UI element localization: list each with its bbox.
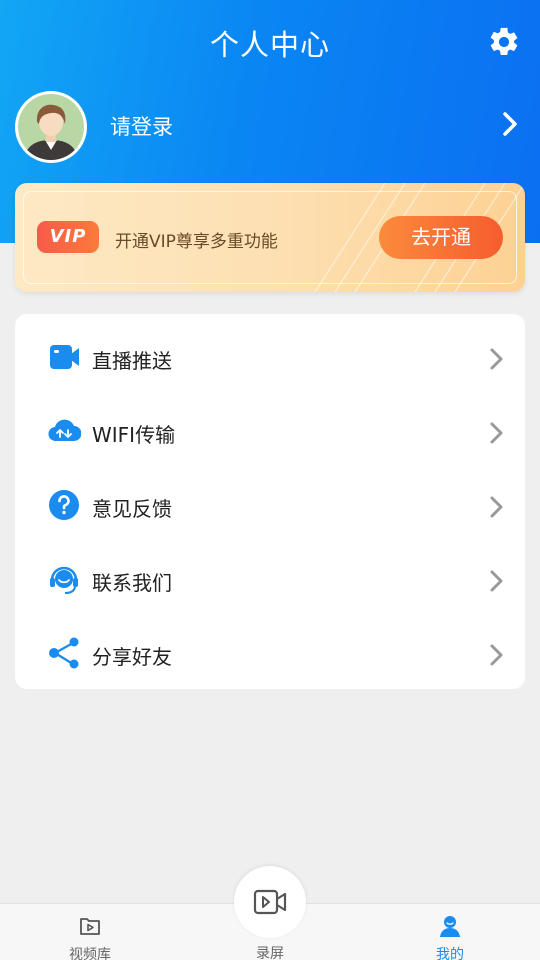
vip-card[interactable]: VIP 开通VIP尊享多重功能 去开通 [15, 183, 525, 292]
menu-item-share[interactable]: 分享好友 [15, 615, 525, 689]
user-icon [440, 916, 460, 937]
chevron-right-icon [490, 422, 503, 444]
menu-item-label: WIFI传输 [92, 423, 176, 447]
chevron-right-icon [490, 496, 503, 518]
chevron-right-icon [490, 348, 503, 370]
menu-item-label: 分享好友 [92, 645, 172, 669]
avatar[interactable] [15, 91, 87, 163]
tab-video-library[interactable]: 视频库 [30, 904, 150, 960]
chevron-right-icon [490, 570, 503, 592]
tab-label[interactable]: 录屏 [210, 943, 330, 960]
tab-label: 视频库 [69, 947, 111, 960]
chevron-right-icon [490, 644, 503, 666]
page-title: 个人中心 [209, 28, 330, 62]
menu-item-label: 联系我们 [92, 571, 172, 595]
vip-badge: VIP [37, 221, 99, 253]
user-avatar-icon [18, 94, 84, 160]
menu-item-wifi-transfer[interactable]: WIFI传输 [15, 393, 525, 467]
login-label[interactable]: 请登录 [110, 111, 173, 141]
question-icon [49, 490, 79, 520]
video-library-icon [80, 918, 100, 935]
record-screen-button[interactable] [234, 866, 306, 938]
menu-item-label: 意见反馈 [92, 497, 172, 521]
menu-list: 直播推送 WIFI传输 意见反馈 联系我们 分享好友 [15, 314, 525, 689]
headset-icon [50, 566, 78, 594]
menu-item-live-push[interactable]: 直播推送 [15, 319, 525, 393]
gear-icon[interactable] [487, 25, 521, 59]
tab-mine[interactable]: 我的 [390, 904, 510, 960]
share-icon [49, 637, 79, 669]
record-screen-icon [253, 889, 287, 915]
cloud-transfer-icon [48, 419, 81, 442]
activate-vip-button[interactable]: 去开通 [379, 216, 503, 259]
video-camera-icon [50, 345, 79, 369]
tab-label: 我的 [436, 947, 464, 960]
chevron-right-icon[interactable] [498, 110, 522, 138]
menu-item-contact-us[interactable]: 联系我们 [15, 541, 525, 615]
vip-description: 开通VIP尊享多重功能 [115, 232, 278, 252]
menu-item-label: 直播推送 [92, 349, 172, 373]
menu-item-feedback[interactable]: 意见反馈 [15, 467, 525, 541]
